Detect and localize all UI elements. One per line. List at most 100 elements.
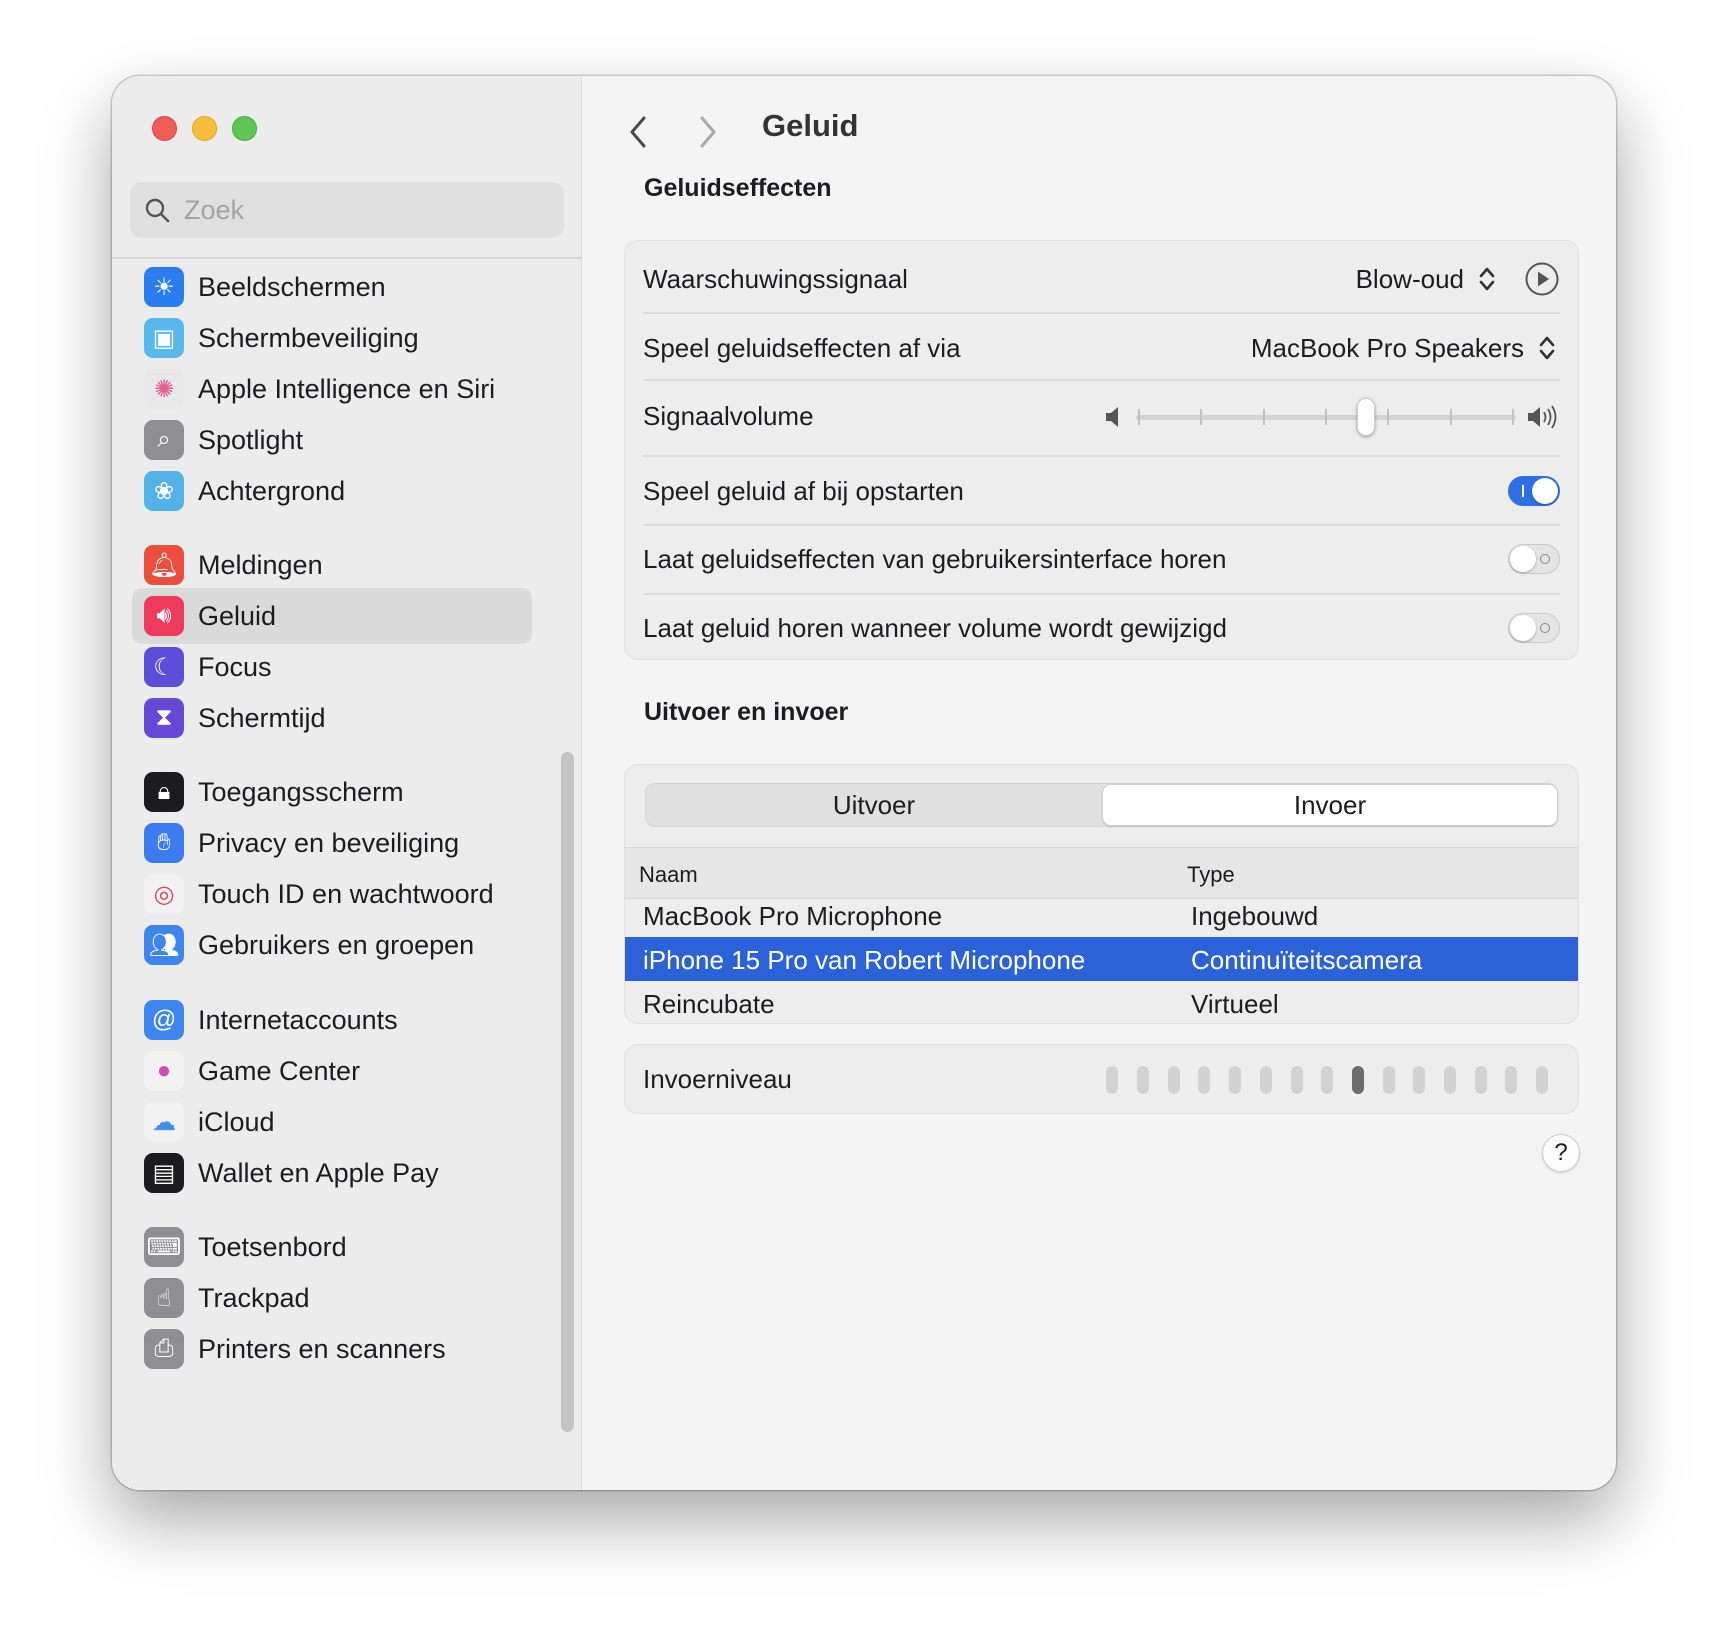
sidebar-item-label: iCloud <box>198 1106 275 1137</box>
sidebar-item-focus[interactable]: ☾ Focus <box>132 639 532 695</box>
table-row[interactable]: iPhone 15 Pro van Robert Microphone Cont… <box>625 937 1578 981</box>
row-divider <box>643 593 1560 595</box>
ui-sounds-row: Laat geluidseffecten van gebruikersinter… <box>643 535 1560 583</box>
row-divider <box>643 312 1560 314</box>
input-level-segment <box>1536 1066 1548 1094</box>
row-divider <box>643 379 1560 381</box>
input-level-segment <box>1321 1066 1334 1094</box>
tab-output[interactable]: Uitvoer <box>646 784 1102 826</box>
column-header-type[interactable]: Type <box>1187 862 1235 888</box>
forward-chevron-icon[interactable] <box>692 112 722 152</box>
sidebar-item-label: Schermtijd <box>198 702 326 733</box>
sidebar-item-toegangsscherm[interactable]: 🔒︎ Toegangsscherm <box>132 764 532 820</box>
sidebar-item-label: Focus <box>198 651 272 682</box>
sidebar-item-apple-intelligence-en-siri[interactable]: ✺ Apple Intelligence en Siri <box>132 361 532 417</box>
input-level-segment <box>1474 1066 1487 1094</box>
table-row[interactable]: Reincubate Virtueel <box>625 981 1578 1025</box>
volume-low-icon <box>1106 407 1118 427</box>
input-level-segment <box>1351 1066 1364 1094</box>
volume-feedback-label: Laat geluid horen wanneer volume wordt g… <box>643 612 1227 643</box>
input-level-segment <box>1290 1066 1303 1094</box>
chevron-up-down-icon[interactable] <box>1534 332 1560 364</box>
hourglass-icon: ⧗ <box>144 698 184 738</box>
input-level-panel: Invoerniveau <box>624 1044 1579 1114</box>
device-type: Continuïteitscamera <box>1191 945 1423 975</box>
wallet-icon: ▤ <box>144 1153 184 1193</box>
magnifier-icon: ⌕ <box>144 420 184 460</box>
input-level-segment <box>1167 1066 1180 1094</box>
tab-input[interactable]: Invoer <box>1102 784 1558 826</box>
device-name: MacBook Pro Microphone <box>643 901 943 931</box>
device-type: Ingebouwd <box>1191 901 1319 931</box>
sidebar-item-icloud[interactable]: ☁ iCloud <box>132 1094 532 1150</box>
startup-sound-toggle[interactable] <box>1508 476 1560 506</box>
trackpad-icon: ☝ <box>144 1278 184 1318</box>
search-field[interactable] <box>130 182 564 238</box>
screensaver-icon: ▣ <box>144 318 184 358</box>
sidebar-item-privacy-en-beveiliging[interactable]: ✋︎ Privacy en beveiliging <box>132 815 532 871</box>
input-level-segment <box>1413 1066 1426 1094</box>
section-title-output-input: Uitvoer en invoer <box>644 698 849 726</box>
sidebar-item-label: Privacy en beveiliging <box>198 827 460 858</box>
sidebar-item-label: Toetsenbord <box>198 1231 347 1262</box>
play-icon[interactable] <box>1524 261 1560 297</box>
sidebar-item-toetsenbord[interactable]: ⌨ Toetsenbord <box>132 1219 532 1275</box>
search-input[interactable] <box>184 194 544 226</box>
input-level-segment <box>1259 1066 1272 1094</box>
startup-sound-control <box>1508 476 1560 506</box>
ui-sounds-toggle[interactable] <box>1508 544 1560 574</box>
sidebar-item-schermbeveiliging[interactable]: ▣ Schermbeveiliging <box>132 310 532 366</box>
sidebar-item-spotlight[interactable]: ⌕ Spotlight <box>132 412 532 468</box>
volume-slider-knob[interactable] <box>1356 398 1375 436</box>
minimize-button[interactable] <box>192 116 217 141</box>
sidebar-item-label: Schermbeveiliging <box>198 322 419 353</box>
table-row[interactable]: MacBook Pro Microphone Ingebouwd <box>625 893 1578 937</box>
search-icon <box>145 198 170 223</box>
sidebar-item-achtergrond[interactable]: ❀ Achtergrond <box>132 463 532 519</box>
input-level-segment <box>1137 1066 1150 1094</box>
input-level-segment <box>1198 1066 1211 1094</box>
close-button[interactable] <box>152 116 177 141</box>
startup-sound-label: Speel geluid af bij opstarten <box>643 475 964 506</box>
alert-sound-popup[interactable]: Blow-oud <box>1356 264 1464 295</box>
startup-sound-row: Speel geluid af bij opstarten <box>643 467 1560 515</box>
output-device-row: Speel geluidseffecten af via MacBook Pro… <box>643 323 1560 373</box>
slider-tick <box>1138 409 1140 425</box>
sidebar-item-beeldschermen[interactable]: ☀ Beeldschermen <box>132 259 532 315</box>
sidebar-item-label: Gebruikers en groepen <box>198 929 475 960</box>
keyboard-icon: ⌨ <box>144 1227 184 1267</box>
sidebar-item-schermtijd[interactable]: ⧗ Schermtijd <box>132 690 532 746</box>
sidebar-item-internetaccounts[interactable]: @ Internetaccounts <box>132 992 532 1048</box>
sidebar-item-label: Geluid <box>198 600 277 631</box>
volume-high-icon <box>1528 405 1557 429</box>
sidebar-item-game-center[interactable]: ● Game Center <box>132 1043 532 1099</box>
input-level-meter <box>1106 1066 1548 1094</box>
slider-tick <box>1262 409 1265 425</box>
sidebar-scrollbar[interactable] <box>561 752 574 1432</box>
input-level-segment <box>1382 1066 1395 1094</box>
output-device-popup[interactable]: MacBook Pro Speakers <box>1251 333 1524 364</box>
back-chevron-icon[interactable] <box>624 112 654 152</box>
input-level-segment <box>1443 1066 1456 1094</box>
sidebar-item-label: Wallet en Apple Pay <box>198 1157 439 1188</box>
row-divider <box>643 455 1560 457</box>
sidebar-item-label: Game Center <box>198 1055 361 1086</box>
sidebar-item-printers-en-scanners[interactable]: ⎙ Printers en scanners <box>132 1321 532 1377</box>
volume-slider[interactable] <box>1136 397 1516 437</box>
column-header-name[interactable]: Naam <box>639 862 698 888</box>
sidebar-item-trackpad[interactable]: ☝ Trackpad <box>132 1270 532 1326</box>
slider-tick <box>1512 409 1514 425</box>
help-button[interactable]: ? <box>1542 1134 1580 1172</box>
sidebar-item-label: Spotlight <box>198 424 304 455</box>
sidebar-item-gebruikers-en-groepen[interactable]: 👥︎ Gebruikers en groepen <box>132 917 532 973</box>
sidebar-item-meldingen[interactable]: 🔔︎ Meldingen <box>132 537 532 593</box>
sidebar-item-touch-id-en-wachtwoord[interactable]: ◎ Touch ID en wachtwoord <box>132 866 532 922</box>
speaker-icon: 🔊︎ <box>144 596 184 636</box>
output-device-control: MacBook Pro Speakers <box>1251 332 1560 364</box>
chevron-up-down-icon[interactable] <box>1474 263 1500 295</box>
volume-feedback-toggle[interactable] <box>1508 613 1560 643</box>
sidebar-item-geluid[interactable]: 🔊︎ Geluid <box>132 588 532 644</box>
zoom-button[interactable] <box>232 116 257 141</box>
output-input-segmented-control: Uitvoer Invoer <box>645 783 1558 827</box>
sidebar-item-wallet-en-apple-pay[interactable]: ▤ Wallet en Apple Pay <box>132 1145 532 1201</box>
